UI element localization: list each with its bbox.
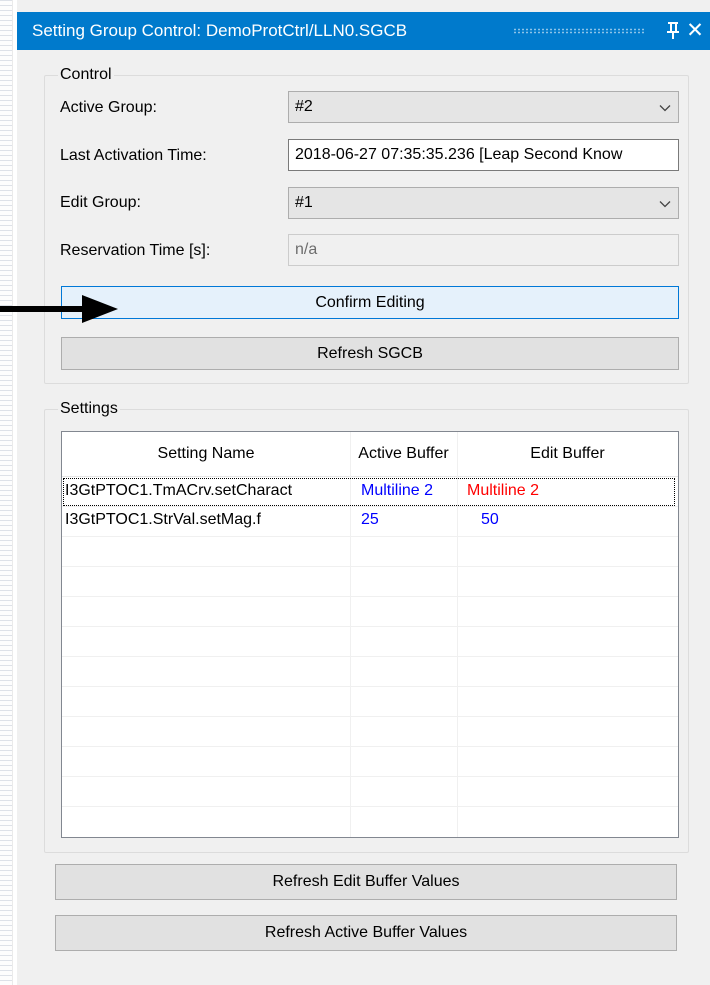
title-bar[interactable]: Setting Group Control: DemoProtCtrl/LLN0… [17,12,710,50]
cell-active-buffer[interactable]: Multiline 2 [361,482,433,500]
row-divider [62,776,678,777]
title-grip [513,28,645,34]
close-icon[interactable]: ✕ [684,20,706,43]
chevron-down-icon [659,201,671,208]
chevron-down-icon [659,105,671,112]
refresh-sgcb-button[interactable]: Refresh SGCB [61,337,679,370]
column-header-setting-name[interactable]: Setting Name [62,432,350,476]
cell-edit-buffer[interactable]: 50 [481,511,499,529]
cell-edit-buffer[interactable]: Multiline 2 [467,482,539,500]
confirm-editing-button[interactable]: Confirm Editing [61,286,679,319]
column-header-active-buffer[interactable]: Active Buffer [350,432,457,476]
cell-setting-name[interactable]: I3GtPTOC1.StrVal.setMag.f [65,511,348,529]
row-divider [62,536,678,537]
row-divider [62,656,678,657]
row-divider [62,506,678,507]
edit-group-label: Edit Group: [60,194,141,211]
last-activation-label: Last Activation Time: [60,147,207,164]
active-group-label: Active Group: [60,99,157,116]
dock-strip [0,0,13,985]
edit-group-select[interactable]: #1 [288,187,679,219]
header-divider [62,476,678,477]
settings-group-label: Settings [58,400,120,418]
reservation-time-label: Reservation Time [s]: [60,242,211,259]
active-group-value: #2 [295,98,313,115]
edit-group-value: #1 [295,194,313,211]
row-divider [62,806,678,807]
last-activation-field[interactable]: 2018-06-27 07:35:35.236 [Leap Second Kno… [288,139,679,171]
reservation-time-value: n/a [295,241,318,258]
control-group-label: Control [58,66,114,84]
cell-setting-name[interactable]: I3GtPTOC1.TmACrv.setCharact [65,482,348,500]
refresh-active-buffer-button[interactable]: Refresh Active Buffer Values [55,915,677,951]
cell-active-buffer[interactable]: 25 [361,511,379,529]
reservation-time-field: n/a [288,234,679,266]
settings-table[interactable]: Setting Name Active Buffer Edit Buffer I… [61,431,679,838]
row-divider [62,596,678,597]
row-divider [62,746,678,747]
column-header-edit-buffer[interactable]: Edit Buffer [457,432,678,476]
row-divider [62,716,678,717]
active-group-select[interactable]: #2 [288,91,679,123]
row-divider [62,566,678,567]
refresh-edit-buffer-button[interactable]: Refresh Edit Buffer Values [55,864,677,900]
last-activation-value: 2018-06-27 07:35:35.236 [Leap Second Kno… [295,146,623,163]
row-divider [62,626,678,627]
row-divider [62,686,678,687]
pin-icon[interactable] [665,19,681,41]
arrow-right-icon [0,295,118,323]
window-title: Setting Group Control: DemoProtCtrl/LLN0… [32,21,408,40]
